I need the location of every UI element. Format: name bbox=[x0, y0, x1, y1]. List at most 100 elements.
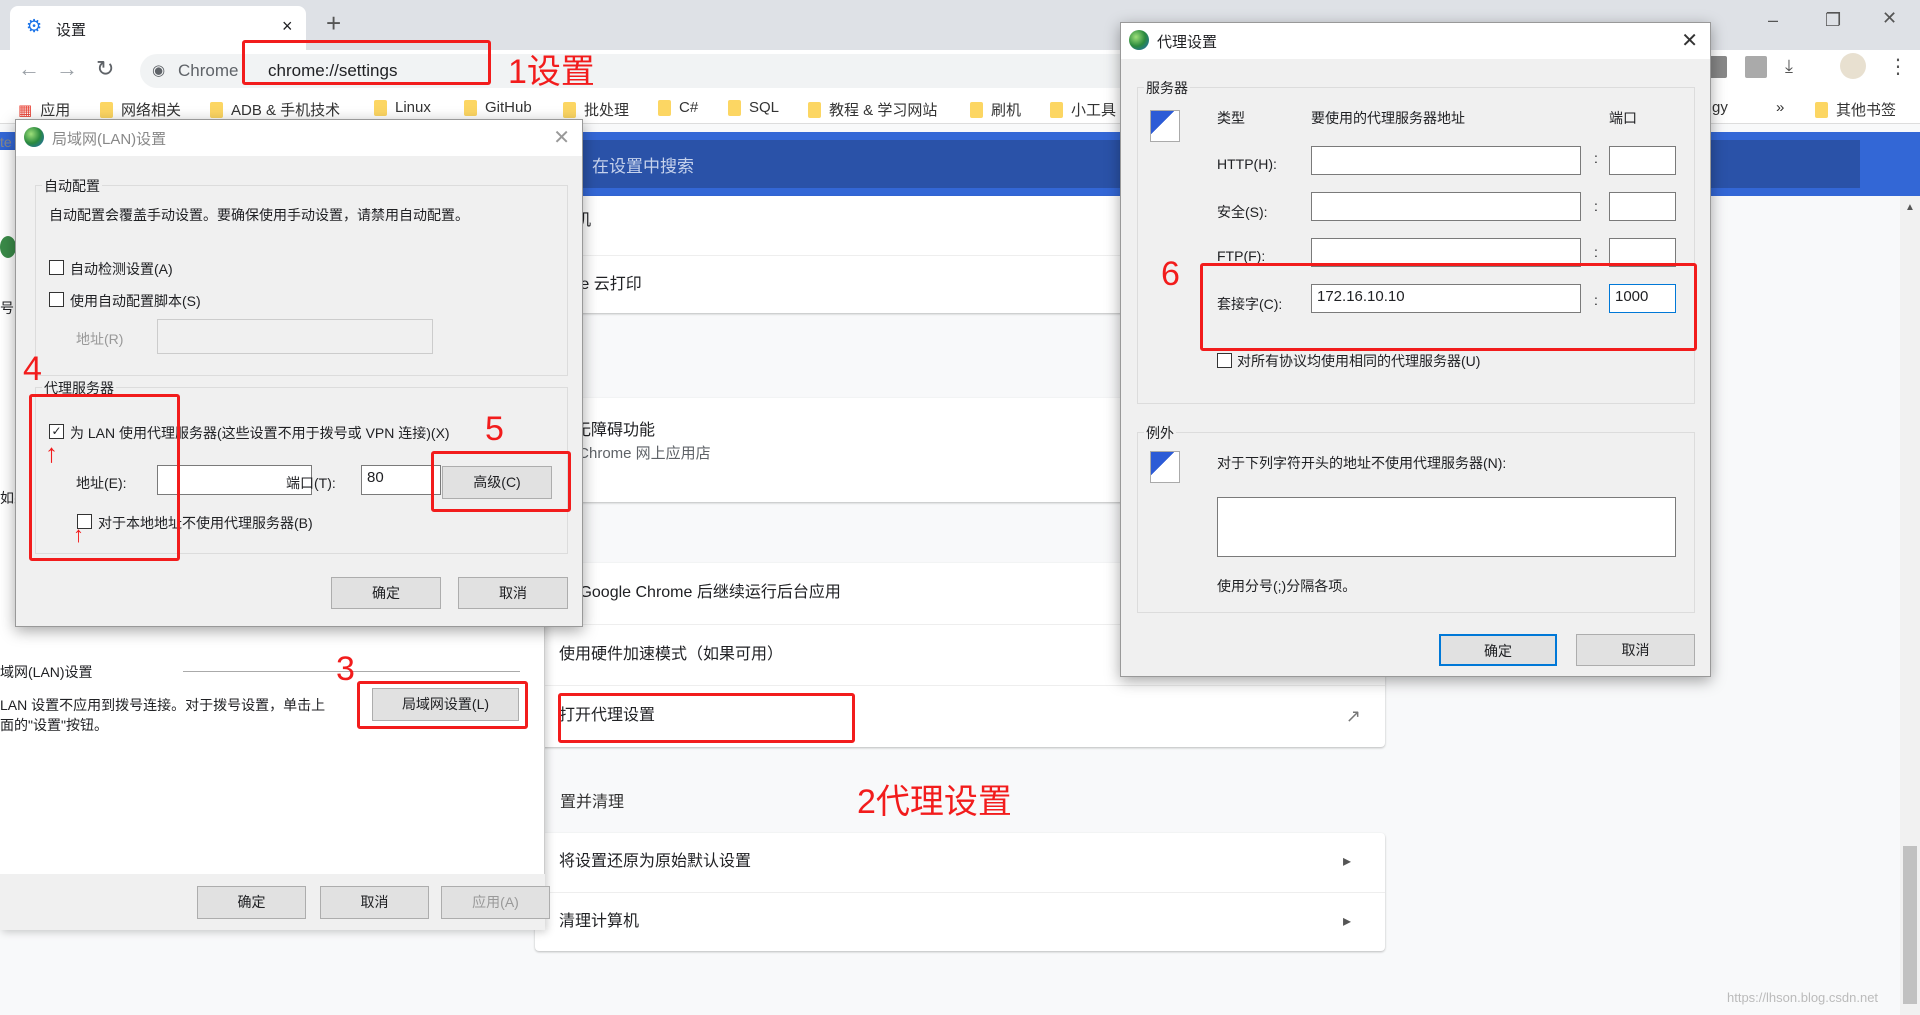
same-proxy-checkbox[interactable] bbox=[1217, 353, 1232, 368]
bookmark-label: SQL bbox=[749, 99, 780, 116]
exceptions-textarea[interactable] bbox=[1217, 497, 1676, 557]
secure-port-input[interactable] bbox=[1609, 192, 1676, 221]
reset-card: 将设置还原为原始默认设置 ▸ 清理计算机 ▸ bbox=[535, 833, 1385, 951]
reload-icon[interactable]: ↻ bbox=[96, 56, 114, 82]
new-tab-button[interactable]: + bbox=[326, 8, 341, 39]
bookmark-item[interactable]: 刷机 bbox=[970, 99, 1021, 120]
partial-text: te bbox=[0, 134, 12, 150]
close-window-button[interactable]: ✕ bbox=[1882, 8, 1897, 29]
avatar[interactable] bbox=[1840, 53, 1866, 79]
menu-icon[interactable]: ⋮ bbox=[1888, 54, 1908, 79]
annotation-box-5 bbox=[431, 451, 571, 512]
folder-icon bbox=[808, 101, 821, 118]
group-label: 自动配置 bbox=[42, 176, 102, 196]
button-bar: 确定 取消 应用(A) bbox=[0, 874, 550, 930]
search-placeholder: 在设置中搜索 bbox=[592, 157, 694, 176]
cancel-button[interactable]: 取消 bbox=[458, 577, 568, 609]
bookmark-label: 批处理 bbox=[584, 102, 630, 119]
dialog-titlebar: 局域网(LAN)设置 ✕ bbox=[16, 120, 582, 156]
close-icon[interactable]: ✕ bbox=[1681, 28, 1698, 53]
row-label: 清理计算机 bbox=[559, 913, 640, 930]
bookmark-apps[interactable]: ▦ 应用 bbox=[18, 99, 70, 120]
column-address: 要使用的代理服务器地址 bbox=[1311, 110, 1465, 126]
bookmark-item[interactable]: 批处理 bbox=[563, 99, 629, 120]
cancel-button[interactable]: 取消 bbox=[1576, 634, 1695, 666]
bookmark-label: 网络相关 bbox=[121, 102, 182, 119]
close-tab-icon[interactable]: × bbox=[282, 16, 293, 37]
annotation-box-1 bbox=[242, 40, 491, 85]
pdf-extension-icon[interactable] bbox=[1745, 56, 1767, 78]
forward-icon[interactable]: → bbox=[56, 56, 78, 82]
scrollbar-thumb[interactable] bbox=[1903, 846, 1917, 1004]
bookmark-item[interactable]: 小工具 bbox=[1050, 99, 1116, 120]
launch-icon[interactable]: ↗ bbox=[1346, 686, 1361, 746]
auto-script-checkbox[interactable] bbox=[49, 292, 64, 307]
dialog-titlebar: 代理设置 ✕ bbox=[1121, 23, 1710, 59]
annotation-5: 5 bbox=[485, 410, 504, 448]
other-bookmarks[interactable]: 其他书签 bbox=[1815, 99, 1896, 120]
globe-icon bbox=[0, 236, 16, 258]
chrome-icon: ◉ bbox=[152, 62, 166, 79]
annotation-box-3 bbox=[357, 681, 528, 729]
partial-text: 号 bbox=[0, 300, 14, 316]
folder-icon bbox=[374, 99, 387, 116]
settings-row-restore-defaults[interactable]: 将设置还原为原始默认设置 ▸ bbox=[535, 833, 1385, 892]
bookmark-item[interactable]: 网络相关 bbox=[100, 99, 181, 120]
bookmark-label: 其他书签 bbox=[1836, 102, 1897, 119]
bookmark-item[interactable]: ADB & 手机技术 bbox=[210, 99, 340, 120]
cancel-button[interactable]: 取消 bbox=[320, 886, 429, 919]
auto-detect-checkbox[interactable] bbox=[49, 260, 64, 275]
ftp-label: FTP(F): bbox=[1217, 248, 1266, 264]
group-label: 服务器 bbox=[1144, 78, 1190, 98]
column-type: 类型 bbox=[1217, 110, 1245, 126]
column-port: 端口 bbox=[1609, 110, 1637, 126]
apply-button[interactable]: 应用(A) bbox=[441, 886, 550, 919]
close-icon[interactable]: ✕ bbox=[553, 125, 570, 150]
scroll-up-icon[interactable]: ▲ bbox=[1905, 202, 1915, 213]
chevron-right-icon: ▸ bbox=[1342, 853, 1351, 870]
minimize-button[interactable]: – bbox=[1768, 10, 1778, 31]
ok-button[interactable]: 确定 bbox=[1439, 634, 1557, 666]
apps-grid-icon: ▦ bbox=[18, 101, 33, 119]
annotation-3: 3 bbox=[336, 650, 355, 688]
exceptions-group: 例外 对于下列字符开头的地址不使用代理服务器(N): 使用分号(;)分隔各项。 bbox=[1137, 423, 1695, 613]
folder-icon bbox=[658, 99, 671, 116]
folder-icon bbox=[728, 99, 741, 116]
bookmark-label: 小工具 bbox=[1071, 102, 1117, 119]
bookmark-label: gy bbox=[1712, 99, 1728, 116]
bookmark-item[interactable]: SQL bbox=[728, 99, 779, 116]
bookmark-item[interactable]: gy bbox=[1712, 99, 1728, 116]
annotation-4: 4 bbox=[23, 350, 42, 388]
annotation-2: 2代理设置 bbox=[857, 783, 1012, 821]
section-title-reset: 置并清理 bbox=[560, 794, 625, 811]
annotation-box-4 bbox=[29, 394, 180, 561]
folder-icon bbox=[464, 99, 477, 116]
settings-row-cleanup[interactable]: 清理计算机 ▸ bbox=[535, 892, 1385, 951]
colon: : bbox=[1594, 244, 1598, 260]
restore-button[interactable]: ❐ bbox=[1825, 10, 1841, 31]
bookmark-label: 教程 & 学习网站 bbox=[829, 102, 938, 119]
exceptions-label: 对于下列字符开头的地址不使用代理服务器(N): bbox=[1217, 455, 1507, 471]
download-manager-icon[interactable]: ⤓ bbox=[1785, 56, 1793, 77]
bookmark-item[interactable]: C# bbox=[658, 99, 698, 116]
dialog-title: 局域网(LAN)设置 bbox=[52, 131, 167, 148]
lan-description: 面的"设置"按钮。 bbox=[0, 717, 108, 733]
auto-script-label: 使用自动配置脚本(S) bbox=[70, 293, 201, 309]
script-address-input[interactable] bbox=[157, 319, 433, 354]
back-icon[interactable]: ← bbox=[18, 56, 40, 82]
bookmarks-overflow[interactable]: » bbox=[1776, 99, 1784, 116]
bookmark-item[interactable]: Linux bbox=[374, 99, 431, 116]
http-port-input[interactable] bbox=[1609, 146, 1676, 175]
row-label: 将设置还原为原始默认设置 bbox=[559, 853, 752, 870]
annotation-box-2 bbox=[558, 693, 855, 743]
ok-button[interactable]: 确定 bbox=[331, 577, 441, 609]
secure-address-input[interactable] bbox=[1311, 192, 1581, 221]
http-address-input[interactable] bbox=[1311, 146, 1581, 175]
lan-section-title: 域网(LAN)设置 bbox=[0, 664, 93, 680]
ok-button[interactable]: 确定 bbox=[197, 886, 306, 919]
bookmark-item[interactable]: 教程 & 学习网站 bbox=[808, 99, 937, 120]
bookmark-item[interactable]: GitHub bbox=[464, 99, 532, 116]
proxy-port-input[interactable]: 80 bbox=[361, 465, 441, 495]
servers-group: 服务器 类型 要使用的代理服务器地址 端口 HTTP(H): : 安全(S): … bbox=[1137, 78, 1695, 404]
scrollbar[interactable]: ▲ bbox=[1900, 196, 1920, 1015]
